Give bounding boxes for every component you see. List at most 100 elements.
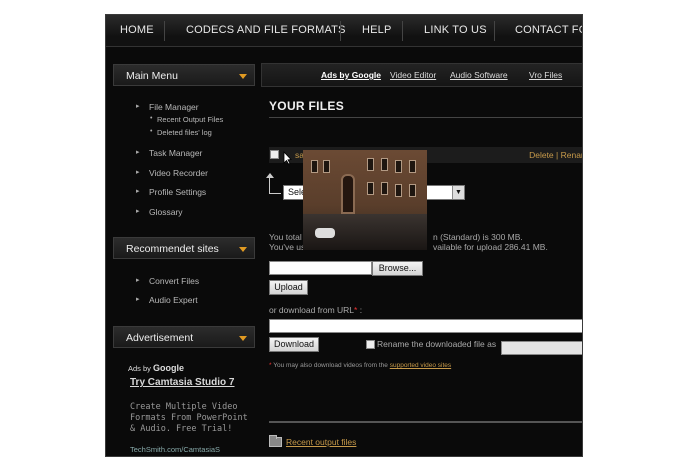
ad-title-link[interactable]: Try Camtasia Studio 7 <box>130 377 250 389</box>
window-shape <box>395 160 402 173</box>
divider <box>269 421 582 423</box>
sidebar-item-label: Glossary <box>149 207 183 217</box>
ad-body-text: Create Multiple Video Formats From Power… <box>130 402 248 434</box>
sidebar-item-task-manager[interactable]: ▸ Task Manager <box>136 148 203 158</box>
browse-button[interactable]: Browse... <box>372 261 423 276</box>
arrow-up-icon <box>266 173 281 194</box>
bullet-icon: ▸ <box>136 208 140 215</box>
mouse-cursor-icon <box>283 151 292 165</box>
rename-checkbox[interactable] <box>366 340 375 349</box>
note-text: You may also download videos from the <box>273 362 388 369</box>
window-shape <box>381 182 388 195</box>
window-shape <box>409 184 416 197</box>
bullet-icon: ▸ <box>136 149 140 156</box>
nav-separator <box>402 21 403 41</box>
video-preview-thumbnail <box>303 150 427 250</box>
quota-info-right-1: n (Standard) is 300 MB. <box>433 232 523 242</box>
advertisement-header[interactable]: Advertisement <box>113 326 255 348</box>
window-shape <box>409 160 416 173</box>
nav-separator <box>340 21 341 41</box>
sidebar-item-label: File Manager <box>149 102 199 112</box>
download-url-label: or download from URL* : <box>269 305 362 315</box>
ads-by-google-label[interactable]: Ads by Google <box>128 363 184 373</box>
bullet-icon: • <box>150 115 153 122</box>
bullet-icon: ▸ <box>136 188 140 195</box>
chevron-down-icon <box>239 247 247 252</box>
ads-by-text: Ads by <box>128 364 151 373</box>
upload-button[interactable]: Upload <box>269 280 308 295</box>
quota-info-right-2: vailable for upload 286.41 MB. <box>433 242 548 252</box>
ads-link-bar: Ads by Google Video Editor Audio Softwar… <box>261 63 582 87</box>
nav-codecs[interactable]: CODECS AND FILE FORMATS <box>186 24 346 36</box>
note-asterisk: * <box>269 362 272 369</box>
select-all-checkbox[interactable] <box>270 150 279 159</box>
sidebar-item-label: Task Manager <box>149 148 203 158</box>
recommended-sites-title: Recommendet sites <box>126 243 219 255</box>
sidebar-item-video-recorder[interactable]: ▸ Video Recorder <box>136 168 208 178</box>
divider <box>269 117 582 118</box>
window-shape <box>311 160 318 173</box>
chevron-down-icon <box>239 336 247 341</box>
recommended-sites-header[interactable]: Recommendet sites <box>113 237 255 259</box>
ad-link-video-editor[interactable]: Video Editor <box>390 70 436 80</box>
sidebar-item-label: Profile Settings <box>149 187 207 197</box>
quota-info-left-1: You total <box>269 232 302 242</box>
sidebar-item-profile-settings[interactable]: ▸ Profile Settings <box>136 187 207 197</box>
sidebar-subitem-label: Recent Output Files <box>157 115 224 124</box>
bullet-icon: ▸ <box>136 296 140 303</box>
download-url-label-text: or download from URL <box>269 305 355 315</box>
window-shape <box>367 158 374 171</box>
window-shape <box>323 160 330 173</box>
sidebar-item-glossary[interactable]: ▸ Glossary <box>136 207 183 217</box>
upload-file-input[interactable] <box>269 261 372 275</box>
ad-link-audio-software[interactable]: Audio Software <box>450 70 508 80</box>
sidebar-item-file-manager[interactable]: ▸ File Manager <box>136 102 199 112</box>
recent-output-files-link[interactable]: Recent output files <box>286 437 356 447</box>
sidebar-item-label: Audio Expert <box>149 295 198 305</box>
ad-link-vro-files[interactable]: Vro Files <box>529 70 562 80</box>
download-url-label-suffix: : <box>357 305 363 315</box>
advertisement-title: Advertisement <box>126 332 194 344</box>
rename-label: Rename the downloaded file as <box>377 339 497 349</box>
bullet-icon: ▸ <box>136 103 140 110</box>
window-shape <box>367 182 374 195</box>
google-logo-text: Google <box>153 363 185 373</box>
delete-rename-links[interactable]: Delete | Renam <box>529 150 582 160</box>
ad-url-link[interactable]: TechSmith.com/CamtasiaS <box>130 445 250 454</box>
main-menu-header[interactable]: Main Menu <box>113 64 255 86</box>
window-shape <box>381 158 388 171</box>
ads-by-google-link[interactable]: Ads by Google <box>321 70 381 80</box>
rename-input[interactable] <box>501 341 582 355</box>
bullet-icon: • <box>150 128 153 135</box>
sidebar-item-label: Convert Files <box>149 276 200 286</box>
nav-home[interactable]: HOME <box>120 24 154 36</box>
download-button[interactable]: Download <box>269 337 319 352</box>
quota-info-left-2: You've us <box>269 242 306 252</box>
sidebar-item-label: Video Recorder <box>149 168 208 178</box>
browser-viewport: HOME CODECS AND FILE FORMATS HELP LINK T… <box>105 14 583 457</box>
supported-sites-link[interactable]: supported video sites <box>390 362 451 369</box>
download-url-input[interactable] <box>269 319 582 333</box>
nav-help[interactable]: HELP <box>362 24 392 36</box>
folder-icon <box>269 435 282 447</box>
door-shape <box>341 174 355 214</box>
sidebar-item-convert-files[interactable]: ▸ Convert Files <box>136 276 200 286</box>
bullet-icon: ▸ <box>136 277 140 284</box>
horse-shape <box>315 228 335 238</box>
sidebar-subitem-deleted-log[interactable]: • Deleted files' log <box>150 128 212 137</box>
nav-contact[interactable]: CONTACT FO <box>515 24 582 36</box>
top-navigation: HOME CODECS AND FILE FORMATS HELP LINK T… <box>106 15 582 47</box>
supported-sites-note: * You may also download videos from the … <box>269 362 451 369</box>
bullet-icon: ▸ <box>136 169 140 176</box>
sidebar-item-audio-expert[interactable]: ▸ Audio Expert <box>136 295 198 305</box>
sidebar-subitem-label: Deleted files' log <box>157 128 212 137</box>
window-shape <box>395 184 402 197</box>
sidebar-subitem-recent-output[interactable]: • Recent Output Files <box>150 115 224 124</box>
dropdown-arrow-icon[interactable]: ▼ <box>452 186 464 199</box>
nav-link-to-us[interactable]: LINK TO US <box>424 24 487 36</box>
nav-separator <box>494 21 495 41</box>
main-menu-title: Main Menu <box>126 70 178 82</box>
nav-separator <box>164 21 165 41</box>
page-title: YOUR FILES <box>269 99 345 113</box>
chevron-down-icon <box>239 74 247 79</box>
